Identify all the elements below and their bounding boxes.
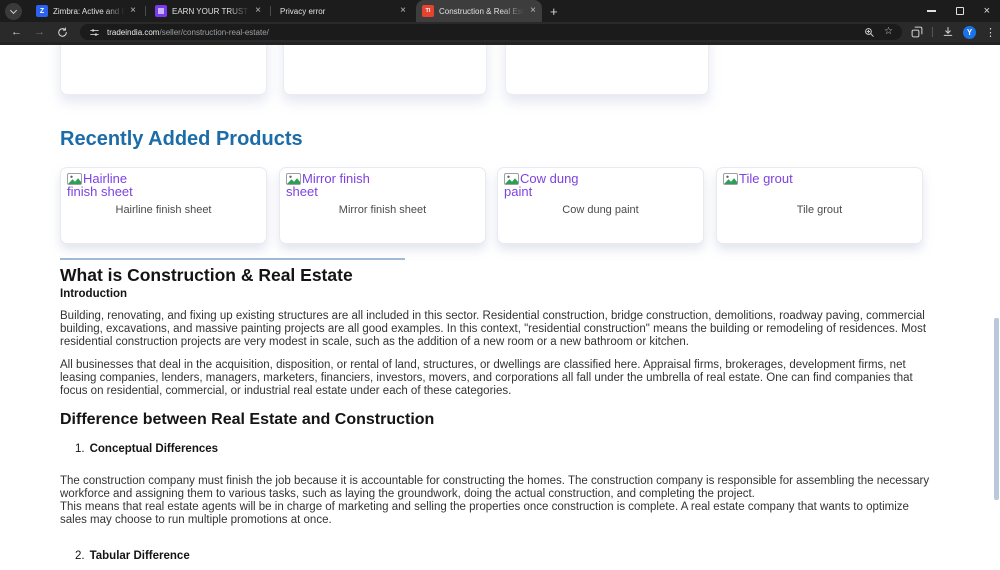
purple-favicon-icon [155, 5, 167, 17]
paragraph: Building, renovating, and fixing up exis… [60, 310, 930, 349]
tab-separator [270, 6, 271, 16]
reload-icon[interactable] [57, 27, 68, 38]
partial-product-card[interactable] [505, 45, 709, 95]
tab-title: EARN YOUR TRUST STA [172, 7, 251, 16]
product-image-link[interactable]: Cow dung paint [504, 172, 614, 198]
tab-earn-trust[interactable]: EARN YOUR TRUST STA × [149, 0, 267, 22]
broken-image-icon [723, 173, 738, 185]
article-title: What is Construction & Real Estate [60, 265, 353, 286]
introduction-heading: Introduction [60, 288, 127, 300]
partial-product-card[interactable] [283, 45, 487, 95]
tab-title: Construction & Real Esta [439, 7, 526, 16]
list-item-conceptual: 1. Conceptual Differences [75, 443, 218, 455]
tab-construction-active[interactable]: TI Construction & Real Esta × [416, 0, 542, 22]
window-close-icon[interactable]: × [984, 6, 990, 17]
address-bar-row: ← → tradeindia.com/seller/construction-r… [0, 22, 1000, 42]
product-image-link[interactable]: Tile grout [723, 172, 833, 185]
tab-bar: Z Zimbra: Active and Brok × EARN YOUR TR… [0, 0, 1000, 22]
screenshot-stage: Z Zimbra: Active and Brok × EARN YOUR TR… [0, 0, 1000, 570]
product-card[interactable]: Tile grout Tile grout [716, 167, 923, 244]
list-item-tabular: 2. Tabular Difference [75, 550, 190, 562]
window-controls: × [927, 0, 990, 22]
scrollbar-thumb[interactable] [994, 318, 999, 500]
list-label: Conceptual Differences [90, 443, 218, 455]
chevron-down-icon [10, 6, 17, 13]
restore-icon[interactable] [956, 7, 964, 15]
close-icon[interactable]: × [400, 6, 406, 16]
tab-title: Zimbra: Active and Brok [53, 7, 126, 16]
product-caption: Mirror finish sheet [280, 204, 485, 216]
tab-search-button[interactable] [5, 3, 22, 20]
bookmark-star-icon[interactable]: ☆ [884, 27, 893, 37]
site-settings-icon[interactable] [89, 27, 100, 38]
url-path: /seller/construction-real-estate/ [159, 28, 268, 37]
paragraph-line: This means that real estate agents will … [60, 501, 930, 527]
tab-separator [145, 6, 146, 16]
product-caption: Hairline finish sheet [61, 204, 266, 216]
product-alt-text: Tile grout [739, 171, 793, 186]
section-divider [60, 258, 405, 260]
close-icon[interactable]: × [530, 6, 536, 16]
url-domain: tradeindia.com [107, 28, 159, 37]
minimize-icon[interactable] [927, 10, 936, 11]
browser-chrome: Z Zimbra: Active and Brok × EARN YOUR TR… [0, 0, 1000, 45]
tab-groups-icon[interactable] [911, 26, 923, 38]
forward-icon[interactable]: → [34, 26, 45, 38]
paragraph-line: The construction company must finish the… [60, 475, 930, 501]
product-image-link[interactable]: Mirror finish sheet [286, 172, 396, 198]
list-number: 1. [75, 443, 85, 455]
product-card[interactable]: Hairline finish sheet Hairline finish sh… [60, 167, 267, 244]
web-page-content: Recently Added Products Hairline finish … [0, 45, 1000, 570]
new-tab-button[interactable]: + [550, 4, 558, 19]
toolbar-separator [932, 27, 933, 37]
tab-title: Privacy error [280, 7, 396, 16]
back-icon[interactable]: ← [11, 26, 22, 38]
list-number: 2. [75, 550, 85, 562]
profile-avatar[interactable]: Y [963, 26, 976, 39]
product-caption: Tile grout [717, 204, 922, 216]
zimbra-favicon-icon: Z [36, 5, 48, 17]
address-bar[interactable]: tradeindia.com/seller/construction-real-… [80, 24, 902, 40]
product-caption: Cow dung paint [498, 204, 703, 216]
recently-added-heading: Recently Added Products [60, 128, 303, 151]
zoom-magnifier-icon[interactable] [864, 27, 875, 38]
product-card[interactable]: Cow dung paint Cow dung paint [497, 167, 704, 244]
close-icon[interactable]: × [130, 6, 136, 16]
paragraph: All businesses that deal in the acquisit… [60, 359, 930, 398]
close-icon[interactable]: × [255, 6, 261, 16]
download-icon[interactable] [942, 26, 954, 38]
list-label: Tabular Difference [90, 550, 190, 562]
tab-privacy-error[interactable]: Privacy error × [274, 0, 412, 22]
partial-product-card[interactable] [60, 45, 267, 95]
difference-heading: Difference between Real Estate and Const… [60, 411, 434, 429]
tradeindia-favicon-icon: TI [422, 5, 434, 17]
product-card[interactable]: Mirror finish sheet Mirror finish sheet [279, 167, 486, 244]
tab-zimbra[interactable]: Z Zimbra: Active and Brok × [30, 0, 142, 22]
product-image-link[interactable]: Hairline finish sheet [67, 172, 177, 198]
paragraph: The construction company must finish the… [60, 475, 930, 527]
url-text[interactable]: tradeindia.com/seller/construction-real-… [107, 28, 269, 37]
browser-menu-icon[interactable]: ⋮ [985, 26, 996, 39]
